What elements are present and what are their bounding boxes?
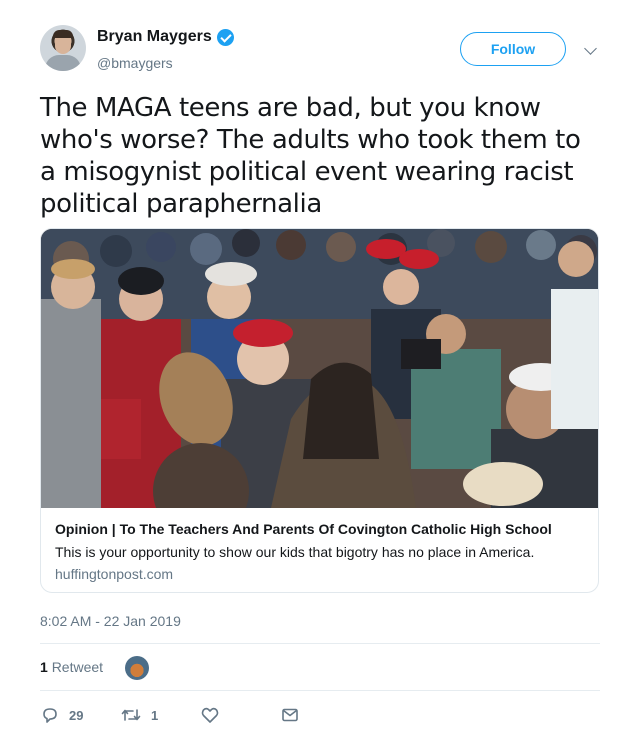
author-display-name[interactable]: Bryan Maygers <box>97 28 212 46</box>
retweet-icon <box>121 709 141 721</box>
author-handle[interactable]: @bmaygers <box>97 55 173 71</box>
follow-button[interactable]: Follow <box>460 32 566 66</box>
tweet-header: Bryan Maygers @bmaygers Follow <box>40 22 600 78</box>
avatar-hair <box>53 30 73 38</box>
tweet-timestamp[interactable]: 8:02 AM - 22 Jan 2019 <box>40 613 181 629</box>
tweet-text: The MAGA teens are bad, but you know who… <box>40 93 581 219</box>
card-photo <box>41 229 598 508</box>
card-image[interactable] <box>41 229 598 508</box>
like-action[interactable] <box>200 705 220 725</box>
direct-message-icon <box>282 708 298 722</box>
like-icon <box>201 707 219 723</box>
divider-bottom <box>40 690 600 691</box>
reply-count: 29 <box>69 707 84 723</box>
reply-action[interactable]: 29 <box>40 705 83 725</box>
author-name-row[interactable]: Bryan Maygers <box>97 28 234 46</box>
retweet-action-count: 1 <box>151 707 159 723</box>
card-title[interactable]: Opinion | To The Teachers And Parents Of… <box>55 520 584 538</box>
avatar-shirt <box>45 55 81 71</box>
retweet-stat-count: 1 <box>40 659 48 675</box>
tweet-actions: 29 1 <box>40 705 340 725</box>
chevron-down-icon[interactable] <box>584 42 597 55</box>
link-card[interactable]: Opinion | To The Teachers And Parents Of… <box>40 228 599 593</box>
card-domain: huffingtonpost.com <box>55 566 174 582</box>
card-description: This is your opportunity to show our kid… <box>55 544 535 560</box>
author-avatar[interactable] <box>40 25 86 71</box>
direct-message-action[interactable] <box>280 705 300 725</box>
card-body[interactable]: Opinion | To The Teachers And Parents Of… <box>41 508 598 584</box>
divider-top <box>40 643 600 644</box>
reply-icon <box>43 708 57 723</box>
retweet-stat-label: Retweet <box>51 659 104 675</box>
verified-badge-icon <box>216 28 234 46</box>
retweet-stat[interactable]: 1 Retweet <box>40 659 103 675</box>
retweet-action[interactable]: 1 <box>120 705 158 725</box>
retweeter-avatar[interactable] <box>125 656 149 680</box>
